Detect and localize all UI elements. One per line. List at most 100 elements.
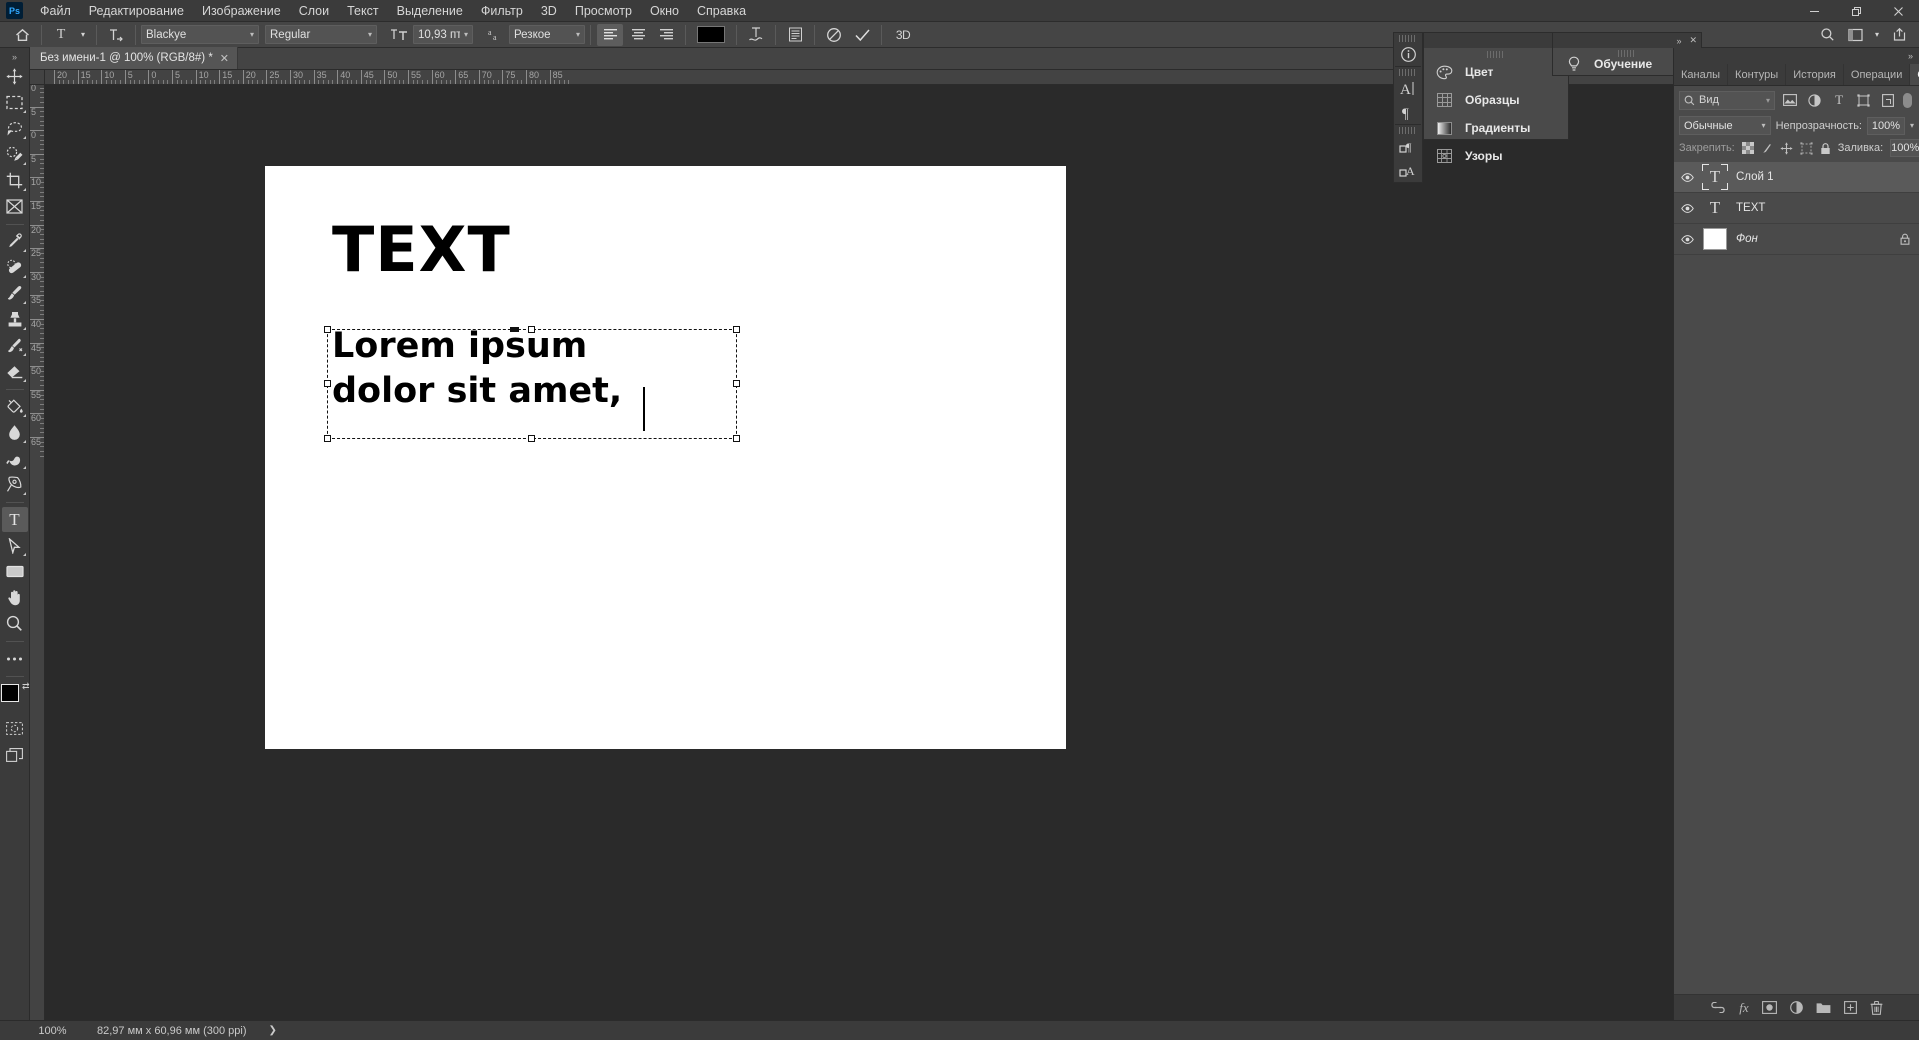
quick-selection-tool[interactable] <box>2 142 28 167</box>
menu-item-окно[interactable]: Окно <box>641 1 688 21</box>
warp-text-icon[interactable] <box>743 24 769 46</box>
color-swatches[interactable]: ⇄ <box>0 681 30 712</box>
resize-handle-w[interactable] <box>324 380 331 387</box>
chevron-expand-icon[interactable]: » <box>1908 51 1913 61</box>
resize-handle-ne[interactable] <box>733 326 740 333</box>
new-layer-icon[interactable] <box>1843 1001 1857 1014</box>
opacity-input[interactable]: 100% <box>1866 116 1905 135</box>
eraser-tool[interactable] <box>2 359 28 384</box>
tool-preset-picker[interactable]: T <box>48 24 74 46</box>
resize-handle-n[interactable] <box>528 326 535 333</box>
menu-item-просмотр[interactable]: Просмотр <box>566 1 641 21</box>
shape-filter-icon[interactable] <box>1854 91 1874 109</box>
paragraph-styles-panel-icon[interactable]: ¶ <box>1394 134 1422 158</box>
search-icon[interactable] <box>1814 24 1840 46</box>
chevron-down-icon[interactable]: ▾ <box>1910 121 1914 130</box>
chevron-expand-icon[interactable]: » <box>1676 36 1681 46</box>
eye-icon[interactable] <box>1674 162 1700 193</box>
dock-grip[interactable] <box>1399 126 1417 135</box>
eyedropper-tool[interactable] <box>2 229 28 254</box>
fill-input[interactable]: 100% <box>1890 139 1919 157</box>
screen-mode-icon[interactable] <box>2 742 28 767</box>
path-selection-tool[interactable] <box>2 533 28 558</box>
layer-mask-icon[interactable] <box>1761 1001 1777 1014</box>
minimize-button[interactable] <box>1793 0 1835 22</box>
smartobject-filter-icon[interactable] <box>1879 91 1899 109</box>
marquee-tool[interactable] <box>2 90 28 115</box>
eye-icon[interactable] <box>1674 224 1700 255</box>
layer-row[interactable]: T TEXT <box>1674 193 1919 224</box>
gradient-tool[interactable] <box>2 394 28 419</box>
font-style-select[interactable]: Regular ▾ <box>265 25 377 44</box>
tool-preset-chevron-icon[interactable]: ▾ <box>76 24 90 46</box>
workspace-chevron-icon[interactable]: ▾ <box>1870 24 1884 46</box>
toolbar-collapse-button[interactable]: » <box>0 50 30 64</box>
font-family-select[interactable]: Blackye ▾ <box>141 25 259 44</box>
layer-row[interactable]: T Слой 1 <box>1674 162 1919 193</box>
canvas-heading-text[interactable]: TEXT <box>332 219 511 281</box>
three-d-button[interactable]: 3D <box>888 24 918 46</box>
layer-thumbnail[interactable]: T <box>1700 164 1730 190</box>
home-icon[interactable] <box>9 24 35 46</box>
move-tool[interactable] <box>2 64 28 89</box>
menu-item-изображение[interactable]: Изображение <box>193 1 290 21</box>
share-icon[interactable] <box>1886 24 1912 46</box>
commit-icon[interactable] <box>849 24 875 46</box>
menu-item-слои[interactable]: Слои <box>290 1 338 21</box>
document-canvas[interactable]: TEXT Lorem ipsum dolor sit amet, <box>265 166 1066 749</box>
lock-transparent-icon[interactable] <box>1741 141 1754 156</box>
lock-position-icon[interactable] <box>1780 141 1793 156</box>
text-orientation-icon[interactable] <box>103 24 129 46</box>
rectangle-tool[interactable] <box>2 559 28 584</box>
learn-panel-header[interactable]: » ✕ <box>1553 33 1701 48</box>
gradients-panel-tab[interactable]: Градиенты <box>1424 114 1568 142</box>
resize-handle-se[interactable] <box>733 435 740 442</box>
align-right-button[interactable] <box>653 24 679 46</box>
character-styles-panel-icon[interactable]: A <box>1394 158 1422 182</box>
color-panel-header[interactable]: » <box>1424 33 1568 48</box>
maximize-button[interactable] <box>1835 0 1877 22</box>
adjustment-layer-icon[interactable] <box>1789 1001 1803 1014</box>
character-paragraph-panels-icon[interactable] <box>782 24 808 46</box>
text-bounding-box[interactable]: Lorem ipsum dolor sit amet, <box>324 326 740 442</box>
font-size-select[interactable]: 10,93 пт ▾ <box>413 25 473 44</box>
eye-icon[interactable] <box>1674 193 1700 224</box>
adjustment-filter-icon[interactable] <box>1805 91 1825 109</box>
vertical-ruler[interactable]: 0 5 0 5 10 15 20 25 30 35 40 45 50 55 60 65 <box>30 85 45 1020</box>
pixel-filter-icon[interactable] <box>1780 91 1800 109</box>
filter-toggle[interactable] <box>1903 92 1913 108</box>
color-panel-tab[interactable]: Цвет <box>1424 58 1568 86</box>
brush-tool[interactable] <box>2 281 28 306</box>
align-left-button[interactable] <box>597 23 623 46</box>
menu-item-3d[interactable]: 3D <box>532 1 566 21</box>
tab-контуры[interactable]: Контуры <box>1728 64 1787 85</box>
info-panel-icon[interactable] <box>1394 42 1422 66</box>
lasso-tool[interactable] <box>2 116 28 141</box>
layer-thumbnail[interactable] <box>1700 226 1730 252</box>
dock-grip[interactable] <box>1399 69 1417 77</box>
resize-handle-e[interactable] <box>733 380 740 387</box>
dock-grip[interactable] <box>1399 35 1417 43</box>
link-layers-icon[interactable] <box>1710 1002 1726 1013</box>
antialias-select[interactable]: Резкое ▾ <box>509 25 585 44</box>
crop-tool[interactable] <box>2 168 28 193</box>
menu-item-фильтр[interactable]: Фильтр <box>472 1 532 21</box>
workspace-icon[interactable] <box>1842 24 1868 46</box>
clone-stamp-tool[interactable] <box>2 307 28 332</box>
text-color-swatch[interactable] <box>691 26 731 43</box>
close-icon[interactable]: ✕ <box>1689 35 1697 46</box>
delete-layer-icon[interactable] <box>1870 1000 1883 1015</box>
menu-item-текст[interactable]: Текст <box>338 1 387 21</box>
hand-tool[interactable] <box>2 585 28 610</box>
tab-история[interactable]: История <box>1786 64 1844 85</box>
document-tab[interactable]: Без имени-1 @ 100% (RGB/8#) * ✕ <box>30 47 239 69</box>
menu-item-выделение[interactable]: Выделение <box>388 1 472 21</box>
lock-all-icon[interactable] <box>1820 141 1831 156</box>
resize-handle-sw[interactable] <box>324 435 331 442</box>
character-panel-icon[interactable]: A <box>1394 76 1422 100</box>
menu-item-редактирование[interactable]: Редактирование <box>80 1 193 21</box>
align-center-button[interactable] <box>625 24 651 46</box>
tab-каналы[interactable]: Каналы <box>1674 64 1729 85</box>
close-icon[interactable]: ✕ <box>220 52 229 65</box>
swap-colors-icon[interactable]: ⇄ <box>22 681 30 692</box>
